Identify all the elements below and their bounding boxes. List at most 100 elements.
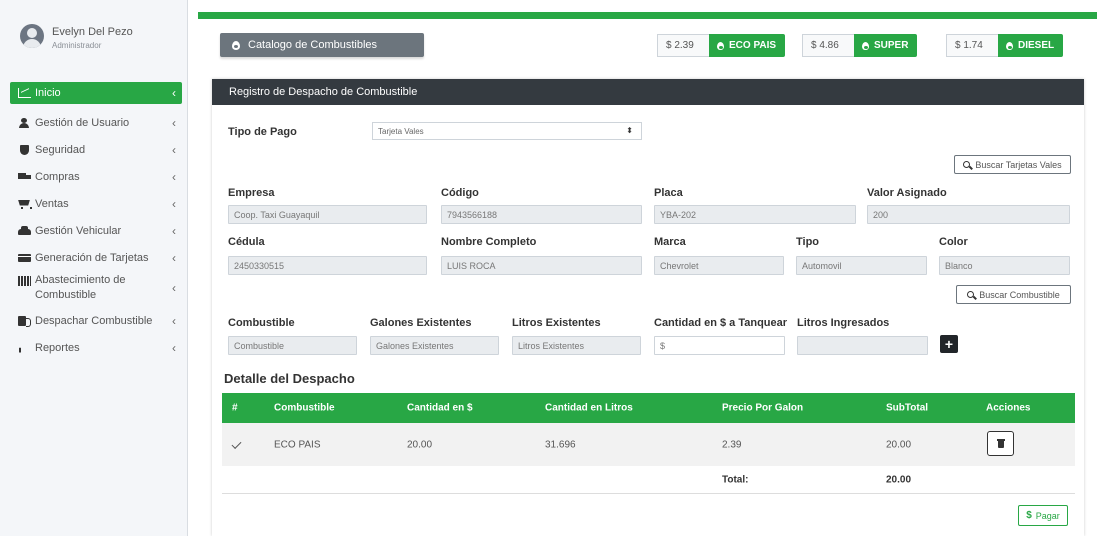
price-badge[interactable]: DIESEL [998, 34, 1064, 57]
chevron-left-icon: ‹ [172, 250, 176, 265]
table-row: ECO PAIS 20.00 31.696 2.39 20.00 [222, 423, 1075, 466]
column-header: SubTotal [886, 402, 929, 414]
sidebar-item-inicio[interactable]: Inicio ‹ [10, 82, 182, 104]
litros-field[interactable]: Litros Existentes [512, 336, 641, 355]
sidebar-item-gestion-vehicular[interactable]: Gestión Vehicular ‹ [10, 217, 182, 244]
sidebar-item-abastecimiento[interactable]: Abastecimiento de Combustible ‹ [10, 271, 182, 307]
user-name: Evelyn Del Pezo [52, 26, 133, 38]
chevron-left-icon: ‹ [172, 115, 176, 130]
detail-title: Detalle del Despacho [224, 371, 355, 386]
chevron-left-icon: ‹ [172, 313, 176, 328]
main-content: Catalogo de Combustibles $ 2.39 ECO PAIS… [198, 0, 1097, 536]
cedula-field[interactable]: 2450330515 [228, 256, 427, 275]
buscar-combustible-button[interactable]: Buscar Combustible [956, 285, 1071, 304]
cantidad-input[interactable]: $ [654, 336, 785, 355]
cell-cantidad: 20.00 [407, 439, 433, 450]
litros-ingresados-label: Litros Ingresados [797, 317, 890, 329]
galones-field[interactable]: Galones Existentes [370, 336, 499, 355]
chevron-left-icon: ‹ [172, 223, 176, 238]
color-field[interactable]: Blanco [939, 256, 1070, 275]
pay-button[interactable]: $ Pagar [1018, 505, 1068, 526]
sidebar-item-label: Seguridad [35, 143, 86, 156]
price-badge[interactable]: SUPER [854, 34, 918, 57]
user-icon [18, 117, 31, 128]
sidebar-item-label: Ventas [35, 197, 69, 210]
buscar-combustible-label: Buscar Combustible [979, 289, 1060, 300]
bar-chart-icon [18, 343, 31, 353]
price-super: $ 4.86 SUPER [802, 34, 918, 57]
dispatch-card: Registro de Despacho de Combustible Tipo… [212, 79, 1084, 536]
nombre-field[interactable]: LUIS ROCA [441, 256, 642, 275]
chart-line-icon [18, 88, 31, 98]
sidebar-item-label: Generación de Tarjetas [35, 251, 149, 264]
dollar-icon: $ [1026, 510, 1032, 521]
total-row: Total: 20.00 [222, 466, 1075, 494]
sidebar-item-label: Compras [35, 170, 80, 183]
codigo-label: Código [441, 187, 479, 199]
empresa-label: Empresa [228, 187, 275, 199]
cell-precio: 2.39 [722, 439, 742, 450]
litros-ingresados-field[interactable] [797, 336, 928, 355]
catalog-button[interactable]: Catalogo de Combustibles [220, 33, 424, 57]
placa-field[interactable]: YBA-202 [654, 205, 856, 224]
cedula-label: Cédula [228, 236, 265, 248]
add-button[interactable]: + [940, 335, 958, 353]
tipo-pago-label: Tipo de Pago [228, 126, 297, 138]
color-label: Color [939, 236, 968, 248]
user-panel: Evelyn Del Pezo Administrador [0, 18, 188, 58]
litros-label: Litros Existentes [512, 317, 601, 329]
price-label: DIESEL [1018, 40, 1055, 51]
column-header: Combustible [274, 402, 335, 414]
column-header: Acciones [986, 402, 1031, 414]
catalog-button-label: Catalogo de Combustibles [248, 39, 378, 51]
tipo-label: Tipo [796, 236, 820, 248]
cantidad-label: Cantidad en $ a Tanquear [654, 317, 788, 329]
car-icon [18, 225, 31, 236]
sidebar-item-reportes[interactable]: Reportes ‹ [10, 334, 182, 361]
tipo-pago-value: Tarjeta Vales [378, 126, 424, 136]
sidebar-item-gestion-usuario[interactable]: Gestión de Usuario ‹ [10, 109, 182, 136]
pay-label: Pagar [1035, 510, 1060, 521]
combustible-label: Combustible [228, 317, 295, 329]
top-accent-bar [198, 12, 1097, 19]
search-icon [963, 161, 971, 168]
chevron-left-icon: ‹ [172, 196, 176, 211]
tipo-pago-select[interactable]: Tarjeta Vales ⬍ [372, 122, 642, 140]
column-header: # [232, 402, 238, 414]
marca-field[interactable]: Chevrolet [654, 256, 784, 275]
placa-label: Placa [654, 187, 683, 199]
column-header: Cantidad en $ [407, 402, 473, 414]
check-icon [231, 438, 242, 449]
user-role: Administrador [52, 41, 102, 50]
empresa-field[interactable]: Coop. Taxi Guayaquil [228, 205, 427, 224]
price-value: $ 2.39 [657, 34, 709, 57]
sidebar-item-compras[interactable]: Compras ‹ [10, 163, 182, 190]
cell-combustible: ECO PAIS [274, 439, 321, 450]
delete-row-button[interactable] [987, 431, 1014, 456]
sidebar-item-seguridad[interactable]: Seguridad ‹ [10, 136, 182, 163]
sidebar-item-ventas[interactable]: Ventas ‹ [10, 190, 182, 217]
select-arrows-icon: ⬍ [626, 126, 633, 135]
tipo-field[interactable]: Automovil [796, 256, 927, 275]
codigo-field[interactable]: 7943566188 [441, 205, 642, 224]
sidebar-item-label: Despachar Combustible [35, 314, 153, 327]
cell-litros: 31.696 [545, 439, 576, 450]
price-diesel: $ 1.74 DIESEL [946, 34, 1064, 57]
sidebar-item-label: Inicio [35, 87, 61, 99]
search-icon [967, 291, 975, 298]
chevron-left-icon: ‹ [172, 142, 176, 157]
fuel-drop-icon [717, 41, 724, 50]
credit-card-icon [18, 253, 31, 263]
buscar-tarjetas-button[interactable]: Buscar Tarjetas Vales [954, 155, 1071, 174]
sidebar-item-despachar[interactable]: Despachar Combustible ‹ [10, 307, 182, 334]
column-header: Precio Por Galon [722, 402, 804, 414]
nombre-label: Nombre Completo [441, 236, 537, 248]
sidebar-item-generacion-tarjetas[interactable]: Generación de Tarjetas ‹ [10, 244, 182, 271]
user-avatar-icon [20, 24, 44, 48]
combustible-field[interactable]: Combustible [228, 336, 357, 355]
shield-icon [18, 144, 31, 155]
valor-asignado-label: Valor Asignado [867, 187, 947, 199]
fuel-drop-icon [1006, 41, 1013, 50]
valor-asignado-field[interactable]: 200 [867, 205, 1070, 224]
price-badge[interactable]: ECO PAIS [709, 34, 786, 57]
